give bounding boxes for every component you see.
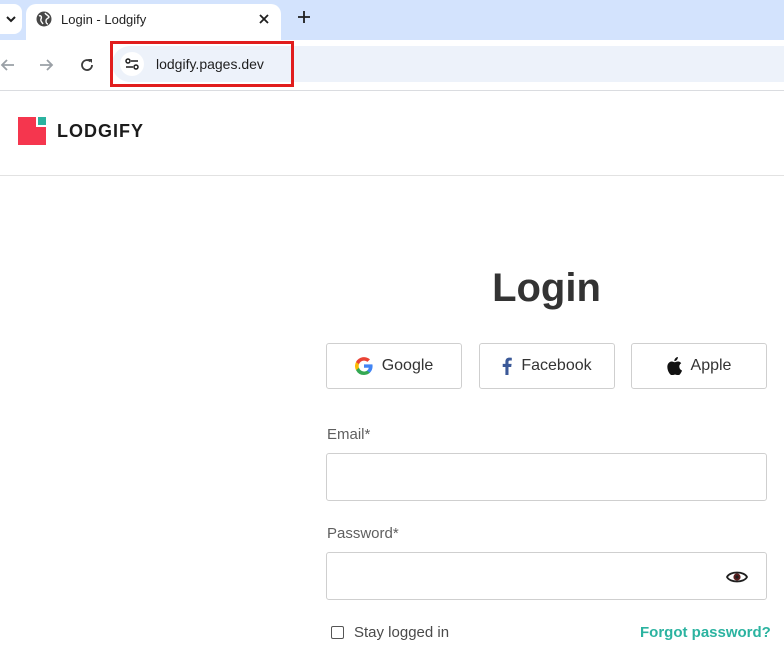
forward-arrow-icon[interactable] bbox=[38, 57, 54, 73]
tab-search-button[interactable] bbox=[0, 4, 22, 34]
email-field[interactable] bbox=[326, 453, 767, 501]
apple-label: Apple bbox=[690, 357, 732, 374]
url-text[interactable]: lodgify.pages.dev bbox=[156, 56, 264, 72]
stay-logged-in-checkbox[interactable] bbox=[331, 626, 344, 639]
password-label: Password* bbox=[327, 525, 399, 542]
address-bar[interactable]: lodgify.pages.dev bbox=[112, 46, 784, 82]
facebook-icon bbox=[503, 357, 513, 375]
back-arrow-icon[interactable] bbox=[0, 57, 16, 73]
google-login-button[interactable]: Google bbox=[326, 343, 462, 389]
site-info-button[interactable] bbox=[120, 52, 144, 76]
browser-tab[interactable]: Login - Lodgify bbox=[26, 4, 281, 40]
close-icon[interactable] bbox=[258, 13, 270, 25]
chevron-down-icon bbox=[6, 16, 16, 23]
tune-settings-icon bbox=[125, 58, 139, 70]
brand-name: LODGIFY bbox=[57, 120, 144, 141]
browser-tabstrip: Login - Lodgify bbox=[0, 0, 784, 40]
show-password-eye-icon[interactable] bbox=[726, 568, 748, 586]
facebook-label: Facebook bbox=[521, 357, 592, 374]
stay-logged-in-label: Stay logged in bbox=[354, 624, 450, 641]
lodgify-logo-icon bbox=[18, 117, 46, 145]
stay-logged-in-option[interactable]: Stay logged in bbox=[331, 624, 449, 641]
email-label: Email* bbox=[327, 426, 371, 443]
forgot-password-link[interactable]: Forgot password? bbox=[640, 624, 771, 641]
tab-title: Login - Lodgify bbox=[61, 12, 147, 27]
google-icon bbox=[354, 357, 373, 375]
page-title: Login bbox=[492, 266, 601, 310]
google-label: Google bbox=[381, 357, 434, 374]
new-tab-plus-icon[interactable] bbox=[297, 10, 311, 24]
globe-icon bbox=[36, 11, 52, 27]
browser-toolbar: lodgify.pages.dev bbox=[0, 40, 784, 90]
facebook-login-button[interactable]: Facebook bbox=[479, 343, 615, 389]
site-header: LODGIFY bbox=[0, 91, 784, 176]
reload-icon[interactable] bbox=[79, 57, 95, 73]
lodgify-logo[interactable]: LODGIFY bbox=[18, 117, 144, 145]
apple-icon bbox=[666, 357, 682, 375]
apple-login-button[interactable]: Apple bbox=[631, 343, 767, 389]
password-field[interactable] bbox=[326, 552, 767, 600]
